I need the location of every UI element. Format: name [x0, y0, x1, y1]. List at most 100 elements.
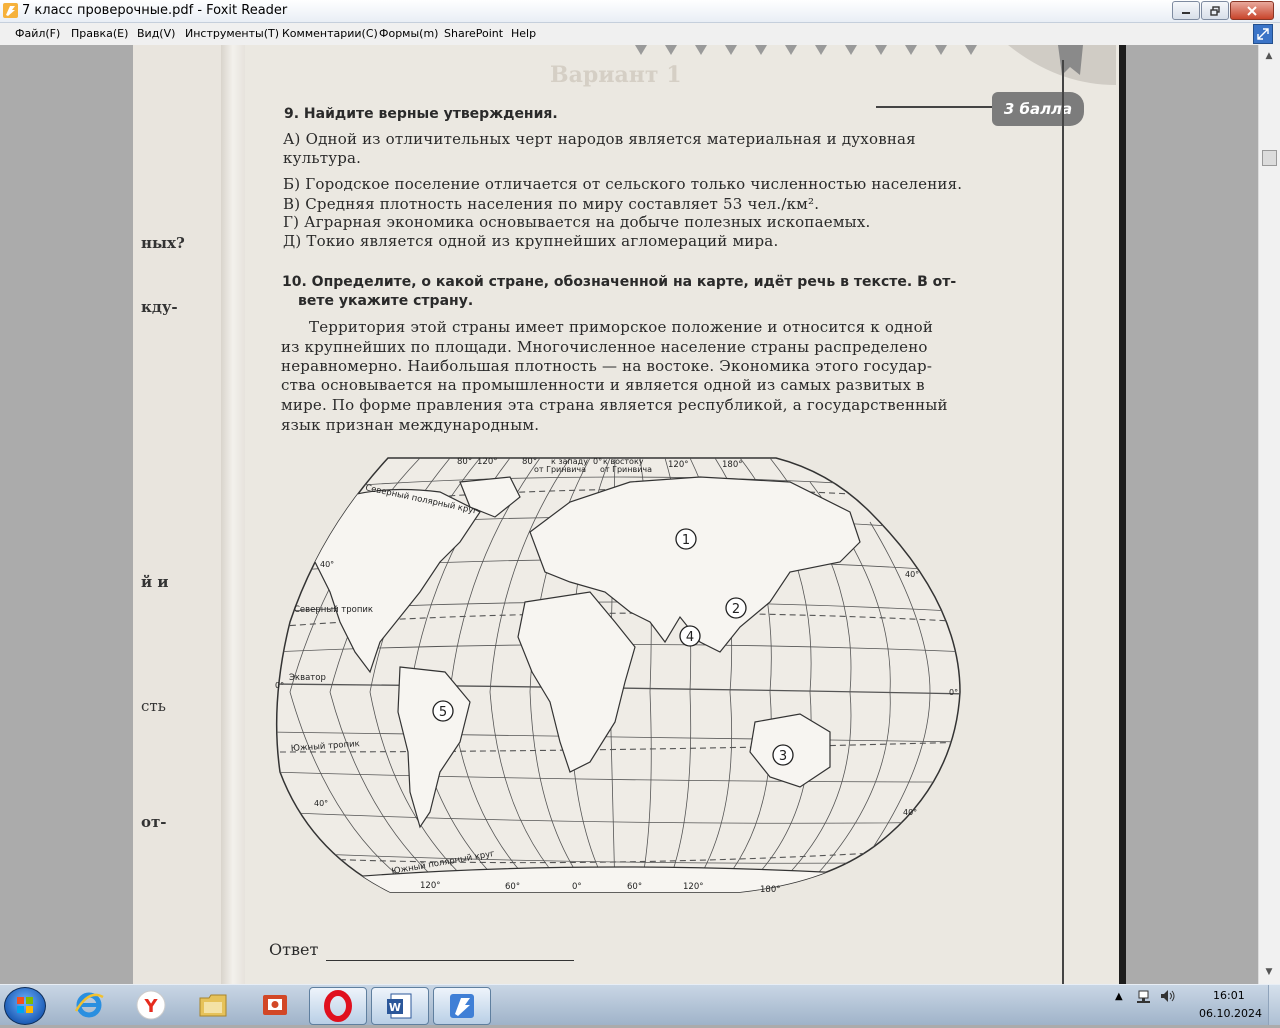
page-edge [1119, 45, 1126, 984]
lat-label-0-left: 0° [275, 681, 284, 690]
bottom-lon-label-4: 60° [627, 882, 642, 892]
left-fragment-4: сть [141, 697, 166, 715]
close-button[interactable] [1230, 1, 1274, 20]
clock-date[interactable]: 06.10.2024 [1199, 1007, 1262, 1020]
taskbar-foxit-reader[interactable] [433, 987, 491, 1025]
menu-sharepoint[interactable]: SharePoint [444, 27, 503, 40]
q10-text-line-3: неравномерно. Наибольшая плотность — на … [281, 357, 933, 375]
restore-icon [1210, 5, 1220, 16]
windows-logo-icon [17, 997, 33, 1013]
q9-option-d: Д) Токио является одной из крупнейших аг… [283, 232, 779, 250]
taskbar-yandex-browser[interactable]: Y [123, 987, 179, 1023]
taskbar-opera[interactable] [309, 987, 367, 1025]
menu-tools[interactable]: Инструменты(T) [185, 27, 279, 40]
book-spine [221, 45, 245, 984]
q10-text-line-5: мире. По форме правления эта страна явля… [281, 396, 948, 414]
lon-label-120e: 120° [668, 460, 688, 470]
question-10-heading-cont: вете укажите страну. [298, 293, 474, 309]
restore-view-button[interactable] [1253, 24, 1273, 44]
bottom-lon-label-6: 180° [760, 885, 780, 895]
window-title: 7 класс проверочные.pdf - Foxit Reader [22, 3, 288, 18]
clock-time[interactable]: 16:01 [1213, 989, 1245, 1002]
scrollbar-thumb[interactable] [1262, 150, 1277, 166]
network-icon[interactable] [1136, 989, 1153, 1003]
margin-rule [1062, 60, 1064, 984]
left-fragment-1: ных? [141, 234, 185, 252]
marker-3: 3 [772, 744, 794, 766]
marker-5: 5 [432, 700, 454, 722]
minimize-icon [1182, 11, 1190, 14]
menu-comments[interactable]: Комментарии(C) [282, 27, 378, 40]
volume-icon[interactable] [1160, 989, 1176, 1003]
lon-label-120w: 120° [477, 457, 497, 467]
q9-option-v: В) Средняя плотность населения по миру с… [283, 195, 820, 213]
taskbar-file-explorer[interactable] [185, 987, 241, 1023]
presentation-app-icon [263, 995, 287, 1015]
restore-button[interactable] [1201, 1, 1229, 20]
lat-label-40n-right: 40° [905, 570, 919, 579]
opera-icon [324, 990, 352, 1022]
score-badge: 3 балла [992, 92, 1084, 126]
bottom-lon-label-2: 60° [505, 882, 520, 892]
previous-page-heading: Вариант 1 [550, 62, 682, 88]
bottom-lon-label-1: 120° [420, 881, 440, 891]
bottom-lon-label-5: 120° [683, 882, 703, 892]
menu-file[interactable]: Файл(F) [15, 27, 60, 40]
minimize-button[interactable] [1172, 1, 1200, 20]
question-9-heading: 9. Найдите верные утверждения. [284, 106, 558, 122]
left-fragment-2: кду- [141, 298, 178, 316]
scroll-up-arrow-icon[interactable]: ▲ [1262, 49, 1276, 63]
bottom-lon-label-3: 0° [572, 882, 582, 892]
lat-label-0-right: 0° [949, 688, 958, 697]
start-button[interactable] [4, 987, 46, 1025]
menu-bar: Файл(F) Правка(E) Вид(V) Инструменты(T) … [0, 23, 1280, 46]
q10-text-line-1: Территория этой страны имеет приморское … [309, 318, 934, 336]
answer-line[interactable] [326, 960, 574, 961]
scroll-down-arrow-icon[interactable]: ▼ [1262, 965, 1276, 979]
show-hidden-icons-icon[interactable]: ▲ [1115, 991, 1123, 1002]
marker-2-label: 2 [732, 602, 740, 617]
foxit-app-icon [3, 3, 18, 18]
marker-1: 1 [675, 528, 697, 550]
title-bar: 7 класс проверочные.pdf - Foxit Reader [0, 0, 1280, 23]
left-fragment-3: й и [141, 573, 169, 591]
label-from-greenwich-west: от Гринвича [534, 465, 586, 474]
label-from-greenwich-east: от Гринвича [600, 465, 652, 474]
q10-text-line-2: из крупнейших по площади. Многочисленное… [281, 338, 928, 356]
taskbar-word[interactable]: W [371, 987, 429, 1025]
taskbar: Y W ▲ 16:01 06.10.2024 [0, 984, 1280, 1025]
world-map: 80° 120° 80° к западу от Гринвича 0° к в… [275, 457, 961, 895]
marker-4-label: 4 [686, 630, 694, 645]
label-equator: Экватор [289, 673, 326, 683]
vertical-scrollbar[interactable]: ▲ ▼ [1258, 45, 1280, 984]
decorative-border [635, 45, 977, 55]
q9-option-b: Б) Городское поселение отличается от сел… [283, 175, 963, 193]
taskbar-internet-explorer[interactable] [61, 987, 117, 1023]
label-tropic-north: Северный тропик [294, 605, 373, 615]
svg-text:W: W [389, 1001, 401, 1014]
lon-label-80w: 80° [457, 457, 472, 467]
q10-text-line-6: язык признан международным. [281, 416, 540, 434]
menu-help[interactable]: Help [511, 27, 536, 40]
foxit-reader-icon [450, 994, 474, 1018]
lat-label-40s-right: 40° [903, 808, 917, 817]
marker-2: 2 [725, 597, 747, 619]
taskbar-presentation-app[interactable] [247, 987, 303, 1023]
show-desktop-button[interactable] [1268, 985, 1280, 1025]
folder-icon [199, 994, 227, 1017]
lon-label-180: 180° [722, 460, 742, 470]
answer-label: Ответ [269, 940, 319, 959]
question-10-heading: 10. Определите, о какой стране, обозначе… [282, 274, 957, 290]
word-icon: W [387, 993, 412, 1019]
marker-5-label: 5 [439, 705, 447, 720]
system-tray: ▲ [1115, 988, 1176, 1003]
marker-1-label: 1 [682, 533, 690, 548]
close-icon [1247, 5, 1257, 16]
q9-option-a: А) Одной из отличительных черт народов я… [283, 130, 916, 148]
menu-forms[interactable]: Формы(m) [379, 27, 438, 40]
q9-option-g: Г) Аграрная экономика основывается на до… [283, 213, 871, 231]
restore-view-icon [1257, 28, 1269, 40]
page-left-margin [133, 45, 233, 984]
menu-edit[interactable]: Правка(E) [71, 27, 128, 40]
menu-view[interactable]: Вид(V) [137, 27, 175, 40]
